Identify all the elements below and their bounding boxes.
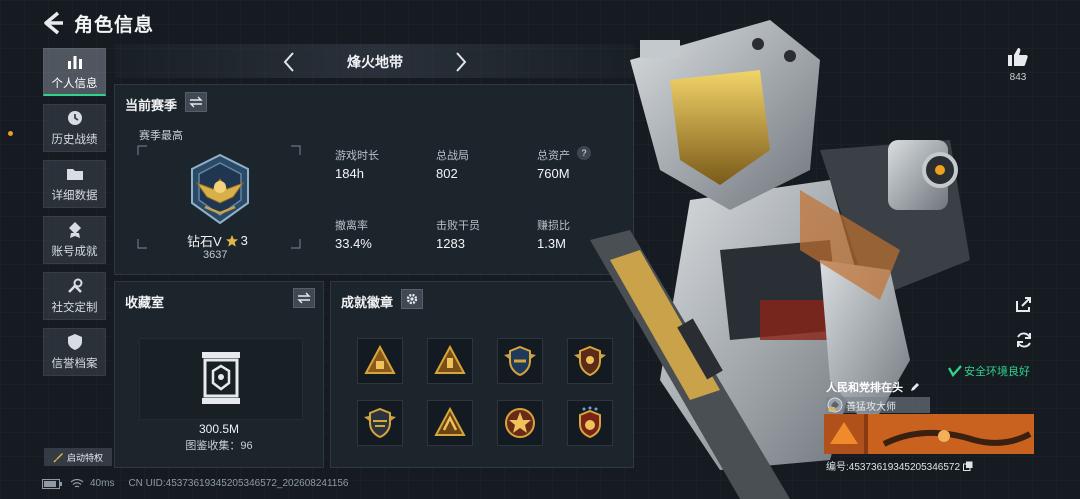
environment-text: 安全环境良好 — [964, 366, 1030, 378]
stat-label-profit-ratio: 赚损比 — [537, 220, 570, 232]
switch-button[interactable] — [293, 288, 315, 308]
player-name-row: 人民和党排在头 — [826, 379, 921, 395]
ping-text: 40ms — [90, 478, 115, 489]
rocket-icon — [53, 452, 63, 463]
sidebar-item-label: 社交定制 — [51, 302, 98, 314]
rank-stars: 3 — [240, 233, 248, 248]
sidebar-item-detailed-data[interactable]: 详细数据 — [43, 160, 106, 208]
copy-icon[interactable] — [963, 461, 973, 471]
environment-status: 安全环境良好 — [948, 363, 1030, 379]
share-button[interactable] — [1011, 291, 1037, 317]
triangle-badge-icon — [434, 344, 466, 374]
player-name: 人民和党排在头 — [826, 382, 903, 394]
player-title: 善猛攻大师 — [846, 401, 896, 413]
sidebar-item-label: 信誉档案 — [51, 358, 98, 370]
share-icon — [1016, 297, 1031, 312]
stat-value-playtime: 184h — [335, 166, 364, 181]
season-name: 烽火地带 — [347, 54, 403, 70]
clock-icon — [67, 111, 82, 125]
achievement-badge[interactable] — [497, 338, 543, 384]
rank-points: 3637 — [203, 249, 228, 261]
sidebar-item-label: 账号成就 — [51, 246, 98, 258]
safe-check-icon — [948, 365, 962, 377]
stat-label-extraction-rate: 撤离率 — [335, 220, 368, 232]
player-banner-image — [824, 414, 1034, 454]
stat-label-total-assets: 总资产 — [537, 150, 570, 162]
like-button[interactable] — [1005, 44, 1031, 70]
sidebar-item-label: 详细数据 — [51, 190, 98, 202]
rank-tier: 钻石V — [187, 234, 222, 249]
sidebar-item-credit-record[interactable]: 信誉档案 — [43, 328, 106, 376]
sidebar-item-label: 个人信息 — [51, 77, 98, 90]
stat-label-playtime: 游戏时长 — [335, 150, 379, 162]
triangle-badge-icon — [364, 344, 396, 374]
collection-panel[interactable]: 收藏室 300.5M 图鉴收集：96 — [114, 281, 324, 468]
back-arrow-icon[interactable] — [40, 10, 66, 36]
sidebar-item-label: 历史战绩 — [51, 134, 98, 146]
panel-title: 当前赛季 — [125, 98, 178, 113]
winged-shield-badge-icon — [364, 407, 396, 439]
sidebar-item-personal-info[interactable]: 个人信息 — [43, 48, 106, 96]
diamond-award-icon — [68, 222, 81, 238]
player-title-plate: 88 善猛攻大师 — [826, 397, 930, 414]
gear-icon — [406, 293, 418, 305]
achievement-badge[interactable] — [427, 338, 473, 384]
bar-chart-icon — [67, 55, 82, 69]
thumbs-up-icon — [1008, 48, 1028, 66]
battery-icon — [42, 478, 62, 489]
edit-pencil-icon[interactable] — [909, 381, 921, 393]
stat-label-total-matches: 总战局 — [436, 150, 469, 162]
stat-label-operators-defeated: 击败干员 — [436, 220, 480, 232]
diamond-rank-emblem-icon — [191, 153, 249, 225]
sidebar-item-match-history[interactable]: 历史战绩 — [43, 104, 106, 152]
page-title: 角色信息 — [74, 15, 155, 36]
player-level: 88 — [828, 407, 836, 414]
status-bar: 40ms CN UID:4537361934520534657​2_202608… — [42, 478, 348, 489]
settings-button[interactable] — [401, 289, 423, 309]
star-medal-badge-icon — [505, 408, 535, 438]
player-id-row: 编号:4537361934520534657​2 — [826, 458, 973, 473]
chevron-left-icon[interactable] — [280, 50, 298, 74]
triangle-badge-icon — [434, 406, 466, 436]
like-count: 843 — [1009, 72, 1027, 83]
swap-icon — [297, 292, 311, 304]
achievement-badge[interactable] — [357, 338, 403, 384]
shield-icon — [67, 334, 82, 350]
current-season-panel: 当前赛季 赛季最高 钻石V 3 3637 游戏时长 184h 总战局 802 总… — [114, 84, 634, 275]
chevron-right-icon[interactable] — [452, 50, 470, 74]
stat-value-total-assets: 760M — [537, 166, 570, 181]
season-high-label: 赛季最高 — [139, 130, 183, 142]
stat-value-total-matches: 802 — [436, 166, 458, 181]
indicator-dot — [8, 131, 13, 136]
panel-title: 收藏室 — [125, 295, 165, 310]
winged-shield-badge-icon — [504, 345, 536, 377]
stat-value-profit-ratio: 1.3M — [537, 236, 566, 251]
refresh-icon — [1017, 332, 1031, 348]
refresh-button[interactable] — [1011, 327, 1037, 353]
sidebar-item-social-custom[interactable]: 社交定制 — [43, 272, 106, 320]
vault-icon — [202, 352, 240, 404]
uid-text: CN UID:4537361934520534657​2_20260824115… — [128, 478, 349, 489]
achievement-badge[interactable] — [497, 400, 543, 446]
collection-value: 300.5M — [198, 422, 240, 436]
rank-name: 钻石V 3 — [187, 231, 248, 250]
startup-privilege-button[interactable]: 启动特权 — [44, 448, 112, 466]
swap-icon — [189, 96, 203, 108]
startup-privilege-label: 启动特权 — [66, 452, 103, 463]
folder-icon — [66, 169, 83, 180]
panel-title: 成就徽章 — [341, 295, 394, 310]
collection-progress: 图鉴收集：96 — [185, 440, 253, 452]
sidebar-item-achievements[interactable]: 账号成就 — [43, 216, 106, 264]
achievement-badge[interactable] — [357, 400, 403, 446]
stat-value-extraction-rate: 33.4% — [335, 236, 372, 251]
star-icon — [225, 234, 238, 247]
wrench-icon — [67, 278, 82, 293]
player-id: 编号:4537361934520534657​2 — [826, 462, 961, 473]
stat-value-operators-defeated: 1283 — [436, 236, 465, 251]
switch-button[interactable] — [185, 92, 207, 112]
wifi-icon — [70, 478, 84, 488]
achievement-badge[interactable] — [427, 400, 473, 446]
